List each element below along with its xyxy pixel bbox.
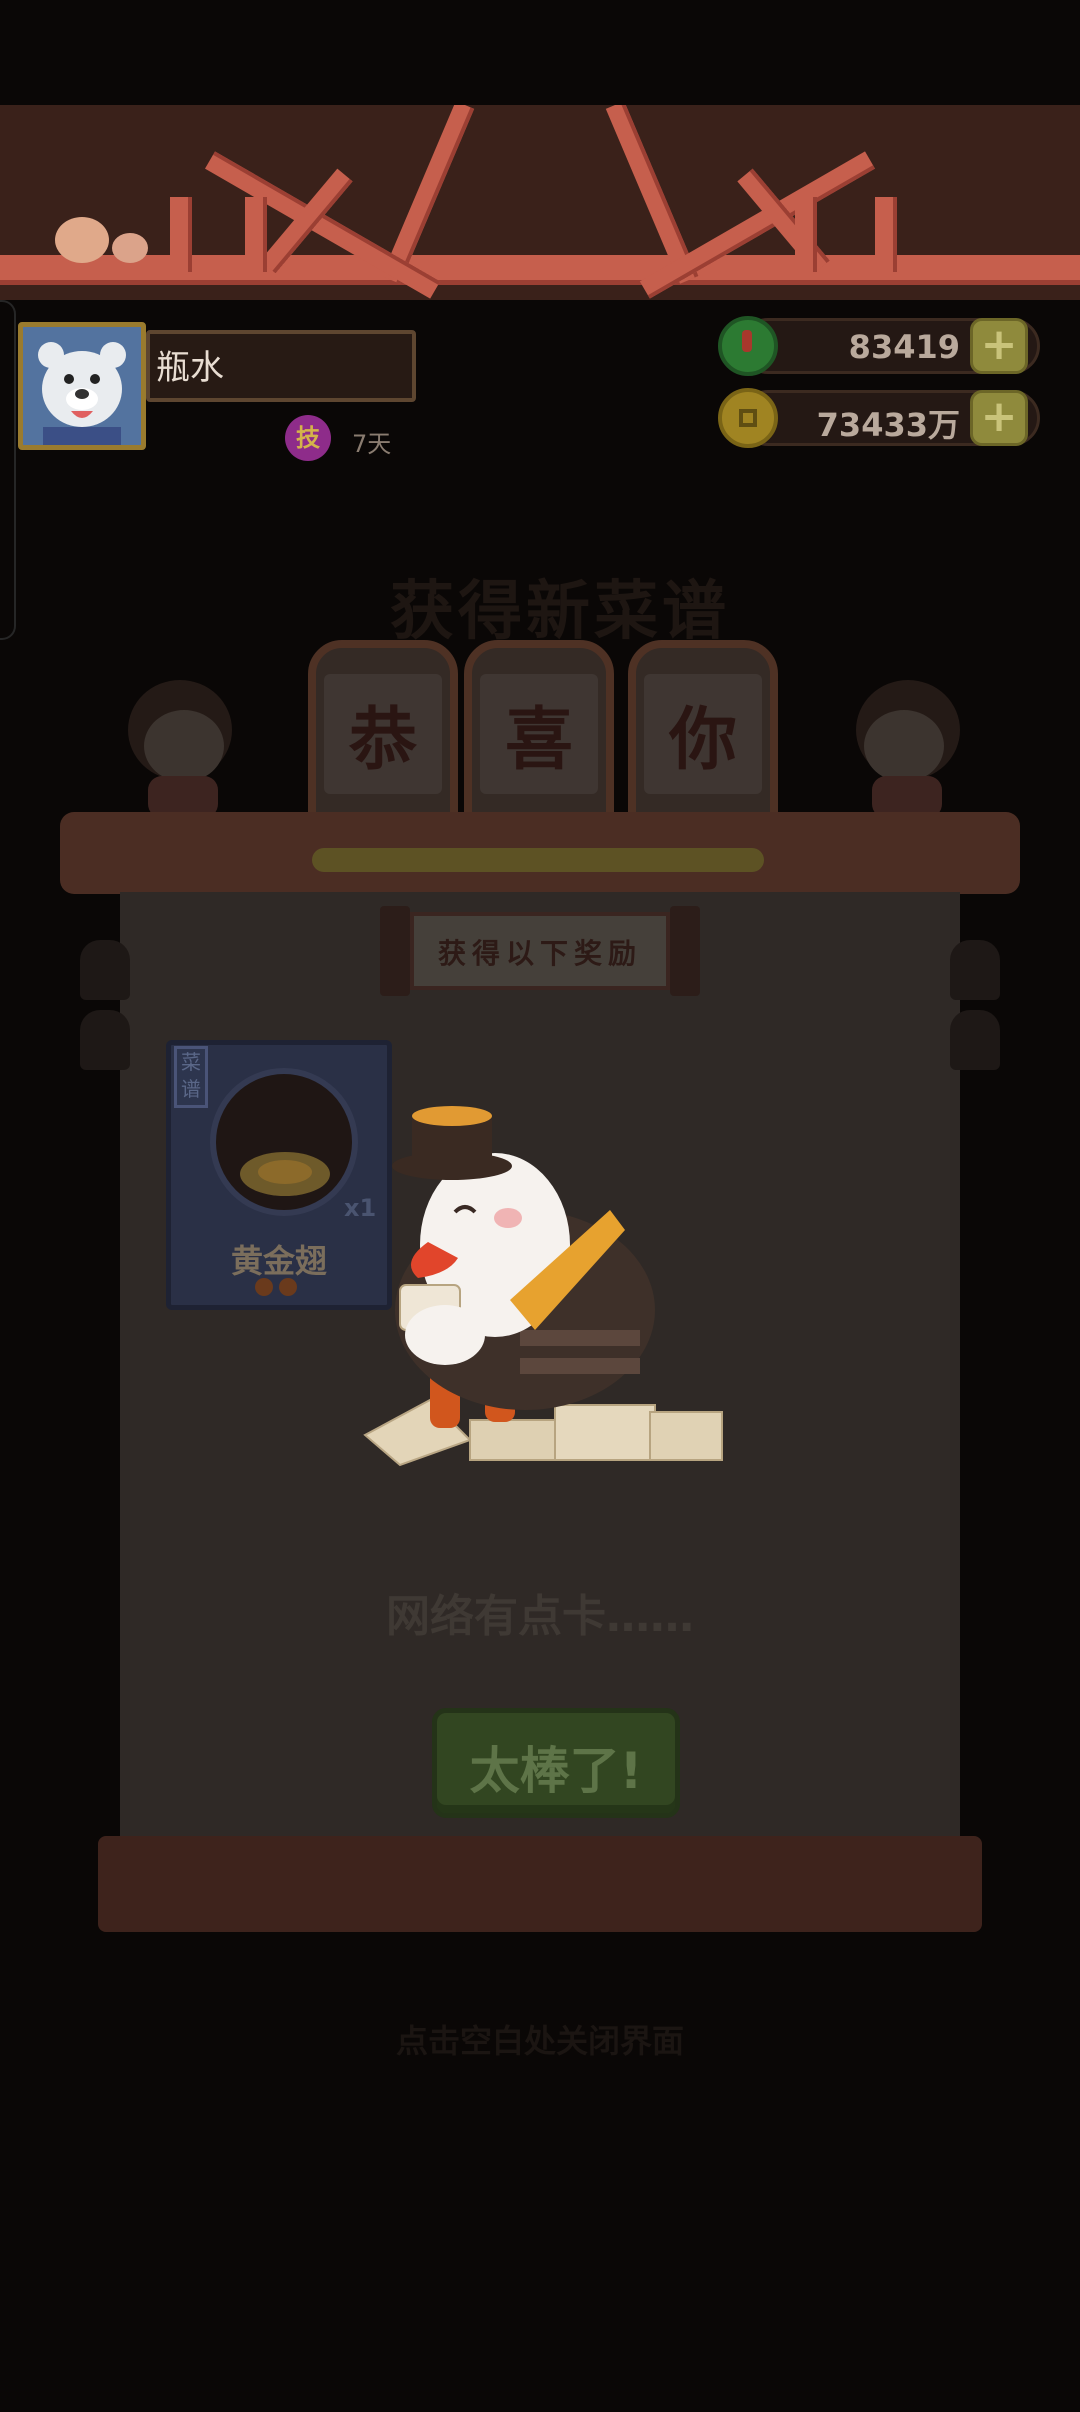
dish-icon — [240, 1152, 330, 1196]
player-name: 瓶水 — [156, 348, 224, 388]
item-name: 黄金翅 — [230, 1242, 327, 1280]
subtitle-text: 获得以下奖励 — [437, 937, 642, 970]
close-hint-text: 点击空白处关闭界面 — [395, 2022, 684, 2060]
confirm-great-label: 太棒了! — [469, 1742, 643, 1800]
confirm-great-button[interactable]: 太棒了! — [432, 1708, 680, 1818]
bell-icon — [950, 940, 1000, 1000]
sign-board: 你 — [628, 640, 778, 830]
side-drawer-handle[interactable] — [0, 300, 16, 640]
vip-badge-icon[interactable]: 技 — [285, 415, 331, 461]
game-screen[interactable]: 瓶水 技 7天 83419 + 73433万 + 获得新菜谱 恭 喜 你 获得以… — [0, 0, 1080, 2412]
item-tag: 菜谱 — [174, 1046, 208, 1108]
vip-days-label: 7天 — [352, 430, 392, 458]
bear-avatar-icon — [23, 327, 141, 445]
sign-character: 恭 — [348, 701, 417, 780]
sign-character: 你 — [668, 701, 737, 780]
child-character-left — [118, 668, 248, 818]
add-coin-button[interactable]: + — [970, 390, 1028, 446]
faded-title: 获得新菜谱 — [390, 575, 730, 649]
roof-decoration — [0, 105, 1080, 300]
avatar[interactable] — [18, 322, 146, 450]
chick-icon — [112, 233, 148, 263]
subtitle-scroll: 获得以下奖励 — [380, 906, 700, 996]
rarity-dots-icon — [255, 1278, 301, 1296]
sign-board: 恭 — [308, 640, 458, 830]
add-jade-button[interactable]: + — [970, 318, 1028, 374]
duck-mascot-illustration — [360, 1100, 730, 1480]
chick-icon — [55, 217, 109, 263]
sign-character: 喜 — [504, 701, 573, 780]
popup-header-bar — [312, 848, 764, 872]
sign-board: 喜 — [464, 640, 614, 830]
child-character-right — [842, 668, 972, 818]
network-status-text: 网络有点卡…… — [386, 1591, 694, 1642]
popup-footer-beam — [98, 1836, 982, 1932]
jade-value: 83419 — [848, 328, 960, 366]
bell-icon — [80, 1010, 130, 1070]
bell-icon — [80, 940, 130, 1000]
bell-icon — [950, 1010, 1000, 1070]
coin-value: 73433万 — [816, 406, 960, 444]
